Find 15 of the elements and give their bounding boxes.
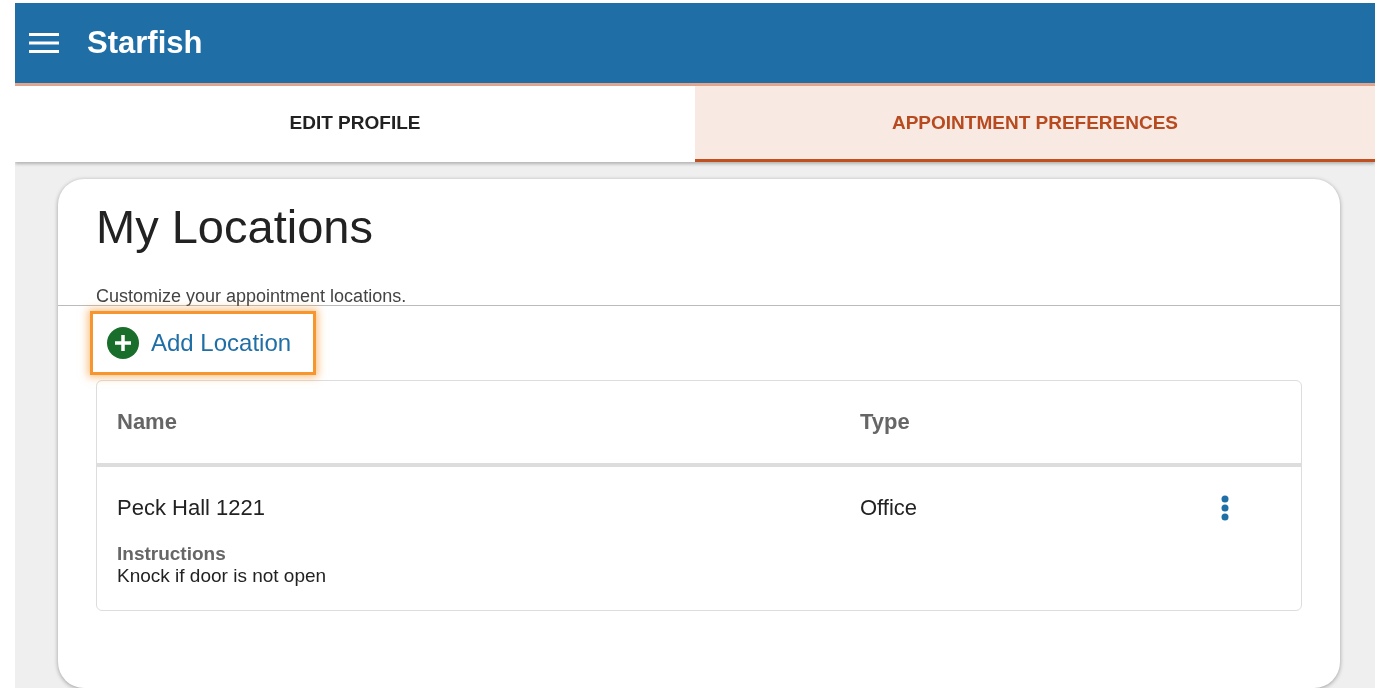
tab[interactable]: EDIT PROFILE [15,86,695,163]
instructions-label: Instructions [117,543,227,566]
column-header: Type [860,409,911,436]
app-title: Starfish [87,25,203,62]
page-subtitle: Customize your appointment locations. [96,286,408,308]
location-type: Office [860,495,918,521]
add-location-button[interactable]: Add Location [90,311,317,376]
column-header: Name [117,409,178,436]
page-title: My Locations [96,199,374,255]
plus-icon [107,327,139,360]
location-name: Peck Hall 1221 [117,495,265,521]
more-options-icon[interactable] [1221,495,1229,522]
menu-icon[interactable] [29,32,59,55]
instructions-text: Knock if door is not open [117,565,328,588]
tab[interactable]: APPOINTMENT PREFERENCES [695,86,1375,163]
